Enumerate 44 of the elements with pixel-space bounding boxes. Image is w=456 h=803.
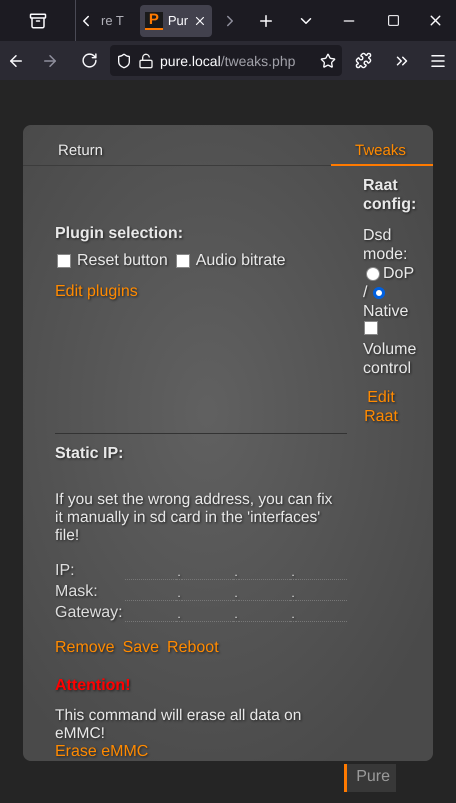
warning-note: If you set the wrong address, you can fix it manually in sd card in the 'interfaces' file! <box>55 491 333 545</box>
ip-input-field[interactable]: . . . <box>125 604 347 622</box>
edit-plugins-link[interactable]: Edit plugins <box>55 282 138 300</box>
checkbox-label: Volume control <box>363 340 418 378</box>
extensions-icon[interactable] <box>354 52 372 69</box>
tab-list-icon[interactable] <box>28 12 46 30</box>
shield-icon <box>116 52 132 68</box>
browser-tab[interactable]: re T <box>96 4 136 36</box>
action-link[interactable]: Save <box>122 639 160 657</box>
footer-tag: Pure <box>344 764 396 792</box>
nav-tab[interactable]: Return <box>23 125 128 166</box>
field-label: Gateway: <box>55 604 124 622</box>
action-link[interactable]: Reboot <box>167 639 219 657</box>
ip-input-field[interactable]: . . . <box>125 583 347 601</box>
separator-text: / <box>363 284 368 301</box>
radio-label: DoP <box>383 265 414 282</box>
maximize-icon[interactable] <box>386 14 400 27</box>
bookmark-star-icon[interactable] <box>320 52 336 68</box>
field-label: Mask: <box>55 583 99 601</box>
field-label: IP: <box>55 562 76 580</box>
nav-tab[interactable]: Tweaks <box>331 125 433 166</box>
section-heading: Static IP: <box>55 445 124 463</box>
browser-tab[interactable]: P Pur <box>140 4 212 36</box>
radio-button[interactable] <box>366 266 380 281</box>
url-field[interactable]: pure.local/tweaks.php <box>110 45 342 76</box>
edit-raat-link[interactable]: Edit Raat <box>363 388 399 426</box>
action-link[interactable]: Remove <box>55 639 115 657</box>
ip-input-field[interactable]: . . . <box>125 562 347 580</box>
section-heading: Plugin selection: <box>55 224 184 242</box>
erase-link[interactable]: Erase eMMC <box>55 743 148 760</box>
checkbox[interactable] <box>176 254 190 268</box>
warning-title: Attention! <box>55 677 132 695</box>
unlocked-lock-icon <box>138 52 154 68</box>
field-label: Dsd mode: <box>363 227 408 263</box>
radio-label: Native <box>363 302 410 321</box>
reload-icon[interactable] <box>80 52 98 69</box>
radio-button[interactable] <box>373 286 386 299</box>
favicon-logo: P <box>145 12 163 30</box>
checkbox-label: Reset button <box>77 252 168 270</box>
checkbox[interactable] <box>364 321 378 335</box>
checkbox-label: Audio bitrate <box>196 252 286 270</box>
checkbox[interactable] <box>57 254 71 268</box>
section-heading: Raat config: <box>363 176 418 214</box>
warning-note: This command will erase all data on eMMC! <box>55 707 302 743</box>
